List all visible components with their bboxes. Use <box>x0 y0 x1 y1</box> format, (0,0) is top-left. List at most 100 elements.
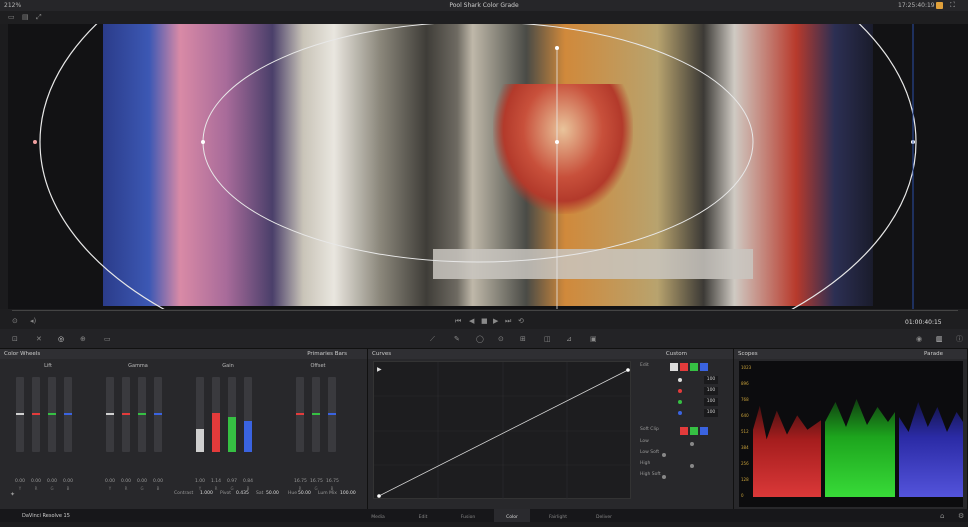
go-start-icon[interactable]: ⏮ <box>455 317 461 325</box>
edit-g-toggle[interactable] <box>690 363 698 371</box>
contrast-value[interactable]: 1.000 <box>200 491 213 496</box>
lum-mix-value[interactable]: 100.00 <box>340 491 356 496</box>
softness-handle <box>33 140 37 144</box>
wheel-value[interactable]: 1.14 <box>210 479 222 484</box>
stop-icon[interactable]: ■ <box>481 317 488 325</box>
viewer-options-icon[interactable]: ⊙ <box>12 317 18 325</box>
wheel-value[interactable]: 0.00 <box>136 479 148 484</box>
magic-mask-icon[interactable]: ⊞ <box>520 335 526 343</box>
split-icon[interactable]: ▤ <box>22 13 29 21</box>
eye-icon[interactable]: ◉ <box>916 335 922 343</box>
wheel-value[interactable]: 0.84 <box>242 479 254 484</box>
reverse-icon[interactable]: ◀ <box>469 317 474 325</box>
wheel-offset[interactable]: Offset 16.75 16.75 16.75 R G B <box>276 361 360 491</box>
layout-icon[interactable]: ▭ <box>8 13 15 21</box>
wheel-value[interactable]: 1.00 <box>194 479 206 484</box>
wheel-value[interactable]: 0.00 <box>104 479 116 484</box>
hue-value[interactable]: 50.00 <box>298 491 311 496</box>
tracker-icon[interactable]: ⊙ <box>498 335 504 343</box>
wheel-value[interactable]: 0.00 <box>120 479 132 484</box>
wheel-bar[interactable] <box>212 377 220 452</box>
blur-icon[interactable]: ◫ <box>544 335 551 343</box>
wheel-lift[interactable]: Lift 0.00 0.00 0.00 0.00 Y R G B <box>6 361 90 491</box>
wheel-value[interactable]: 16.75 <box>310 479 323 484</box>
wheel-bar[interactable] <box>16 377 24 452</box>
edit-g-value[interactable]: 100 <box>704 398 718 406</box>
settings-icon[interactable]: ⚙ <box>958 512 964 520</box>
high-soft-slider[interactable] <box>662 475 666 479</box>
sizing-icon[interactable]: ▣ <box>590 335 597 343</box>
edit-y-toggle[interactable] <box>670 363 678 371</box>
speaker-icon[interactable]: ◂) <box>30 317 36 325</box>
page-tab-media[interactable]: Media <box>360 509 396 522</box>
fullscreen-icon[interactable]: ⛶ <box>950 0 955 11</box>
wheel-bar[interactable] <box>228 377 236 452</box>
key-icon[interactable]: ⊿ <box>566 335 572 343</box>
curves-mode[interactable]: Custom <box>666 349 687 359</box>
wheel-bar[interactable] <box>154 377 162 452</box>
scopes-icon[interactable]: ▥ <box>936 335 943 343</box>
color-wheels-icon[interactable]: ◎ <box>58 335 64 343</box>
wheel-gain[interactable]: Gain 1.00 1.14 0.97 0.84 Y R G B <box>186 361 270 491</box>
page-tab-color[interactable]: Color <box>494 509 530 522</box>
power-window-overlay[interactable] <box>8 24 968 309</box>
pivot-value[interactable]: 0.435 <box>236 491 249 496</box>
edit-b-value[interactable]: 100 <box>704 409 718 417</box>
go-end-icon[interactable]: ⏭ <box>505 317 511 325</box>
camera-raw-icon[interactable]: ⊡ <box>12 335 18 343</box>
wheel-bar[interactable] <box>328 377 336 452</box>
info-icon[interactable]: ⓘ <box>956 335 963 343</box>
wheel-value[interactable]: 16.75 <box>294 479 307 484</box>
edit-r-value[interactable]: 100 <box>704 387 718 395</box>
rgb-mixer-icon[interactable]: ⊕ <box>80 335 86 343</box>
wipe-icon[interactable]: ⤢ <box>36 13 42 21</box>
window-icon[interactable]: ◯ <box>476 335 484 343</box>
wheel-value[interactable]: 0.00 <box>62 479 74 484</box>
sat-value[interactable]: 50.00 <box>266 491 279 496</box>
wheel-value[interactable]: 0.97 <box>226 479 238 484</box>
wheel-value[interactable]: 0.00 <box>46 479 58 484</box>
wheel-value[interactable]: 0.00 <box>152 479 164 484</box>
wheel-value[interactable]: 0.00 <box>14 479 26 484</box>
wheel-bar[interactable] <box>64 377 72 452</box>
curves-tool-icon[interactable]: ⟋ <box>430 335 435 343</box>
page-tab-fusion[interactable]: Fusion <box>450 509 486 522</box>
wheel-bar[interactable] <box>138 377 146 452</box>
auto-balance-icon[interactable]: ✦ <box>10 491 15 498</box>
play-icon[interactable]: ▶ <box>493 317 498 325</box>
wheel-bar[interactable] <box>122 377 130 452</box>
wheel-bar[interactable] <box>32 377 40 452</box>
softclip-g-toggle[interactable] <box>690 427 698 435</box>
wheel-bar[interactable] <box>106 377 114 452</box>
curve-editor[interactable]: ▶ <box>373 361 632 500</box>
page-tab-fairlight[interactable]: Fairlight <box>540 509 576 522</box>
home-icon[interactable]: ⌂ <box>940 512 944 520</box>
wheel-bar[interactable] <box>48 377 56 452</box>
wheel-bar[interactable] <box>296 377 304 452</box>
scrubber[interactable] <box>12 310 958 311</box>
wheel-bar[interactable] <box>196 377 204 452</box>
low-soft-slider[interactable] <box>662 453 666 457</box>
scope-mode[interactable]: Parade <box>924 349 943 359</box>
loop-icon[interactable]: ⟲ <box>518 317 524 325</box>
softclip-r-toggle[interactable] <box>680 427 688 435</box>
edit-r-toggle[interactable] <box>680 363 688 371</box>
primaries-mode[interactable]: Primaries Bars <box>307 349 347 359</box>
color-match-icon[interactable]: ✕ <box>36 335 42 343</box>
page-tab-deliver[interactable]: Deliver <box>586 509 622 522</box>
highlight-icon[interactable] <box>936 2 943 9</box>
softclip-b-toggle[interactable] <box>700 427 708 435</box>
wheel-gamma[interactable]: Gamma 0.00 0.00 0.00 0.00 Y R G B <box>96 361 180 491</box>
qualifier-icon[interactable]: ✎ <box>454 335 460 343</box>
wheel-bar[interactable] <box>312 377 320 452</box>
edit-b-toggle[interactable] <box>700 363 708 371</box>
wheel-value[interactable]: 0.00 <box>30 479 42 484</box>
motion-effects-icon[interactable]: ▭ <box>104 335 111 343</box>
wheel-bar[interactable] <box>244 377 252 452</box>
wheel-value[interactable]: 16.75 <box>326 479 339 484</box>
page-tab-edit[interactable]: Edit <box>405 509 441 522</box>
low-slider[interactable] <box>690 442 694 446</box>
viewer[interactable] <box>8 24 968 309</box>
high-slider[interactable] <box>690 464 694 468</box>
edit-y-value[interactable]: 100 <box>704 376 718 384</box>
